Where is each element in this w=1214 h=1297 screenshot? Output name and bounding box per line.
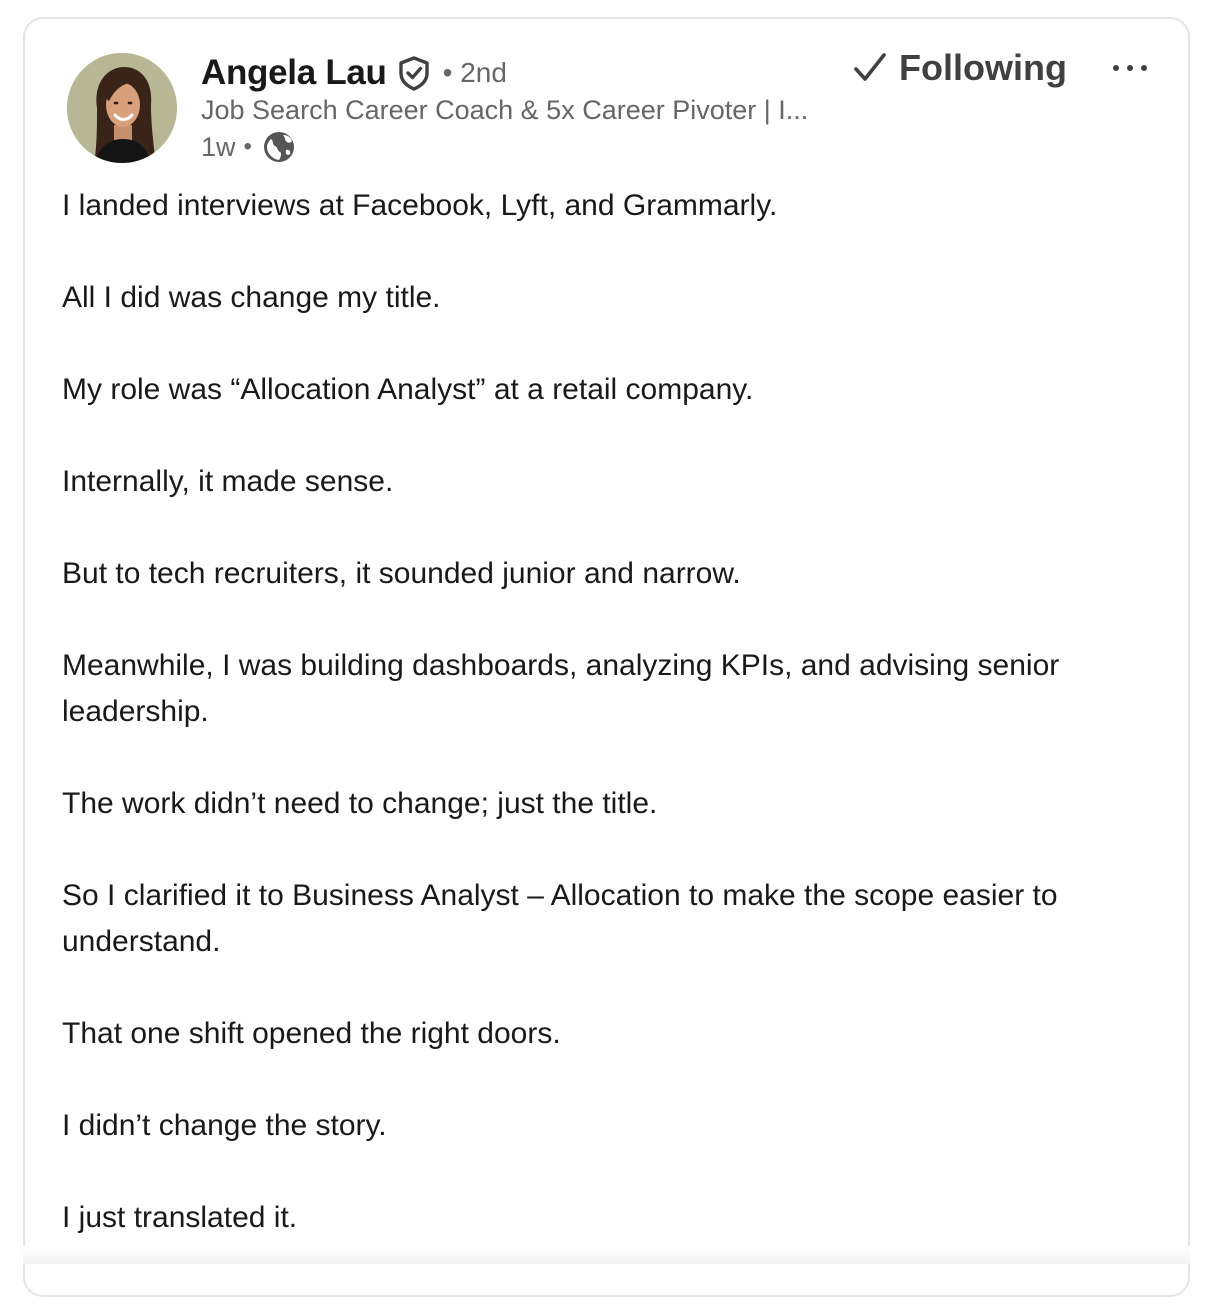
author-name[interactable]: Angela Lau: [201, 53, 387, 93]
post-paragraph: Internally, it made sense.: [62, 465, 394, 498]
post-paragraph: I didn’t change the story.: [62, 1109, 387, 1142]
ellipsis-icon: [1112, 60, 1148, 78]
post-body: I landed interviews at Facebook, Lyft, a…: [62, 183, 1162, 1287]
checkmark-icon: [853, 51, 887, 85]
author-avatar[interactable]: [67, 53, 177, 163]
post-paragraph: That one shift opened the right doors.: [62, 1017, 561, 1050]
post-timestamp: 1w: [201, 131, 236, 162]
post-card: Angela Lau • 2nd Job Search Career Coach…: [23, 17, 1190, 1297]
avatar-photo: [67, 53, 177, 163]
post-paragraph: I just translated it.: [62, 1201, 298, 1234]
globe-icon: [262, 130, 296, 164]
post-paragraph: I landed interviews at Facebook, Lyft, a…: [62, 189, 778, 222]
more-options-button[interactable]: [1105, 49, 1155, 89]
author-name-row: Angela Lau • 2nd: [201, 51, 507, 95]
card-bottom-fade: [23, 1246, 1190, 1264]
meta-separator: •: [243, 133, 252, 160]
connection-degree: • 2nd: [442, 57, 507, 88]
verified-shield-icon: [397, 55, 431, 91]
following-button[interactable]: Following: [853, 46, 1067, 90]
post-paragraph: Meanwhile, I was building dashboards, an…: [62, 649, 1060, 728]
author-headline[interactable]: Job Search Career Coach & 5x Career Pivo…: [201, 93, 808, 127]
post-paragraph: But to tech recruiters, it sounded junio…: [62, 557, 741, 590]
post-paragraph: So I clarified it to Business Analyst – …: [62, 879, 1058, 958]
post-paragraph: My role was “Allocation Analyst” at a re…: [62, 373, 754, 406]
post-paragraph: The work didn’t need to change; just the…: [62, 787, 658, 820]
post-meta: 1w •: [201, 129, 296, 165]
post-paragraph: All I did was change my title.: [62, 281, 441, 314]
following-label: Following: [899, 47, 1067, 88]
